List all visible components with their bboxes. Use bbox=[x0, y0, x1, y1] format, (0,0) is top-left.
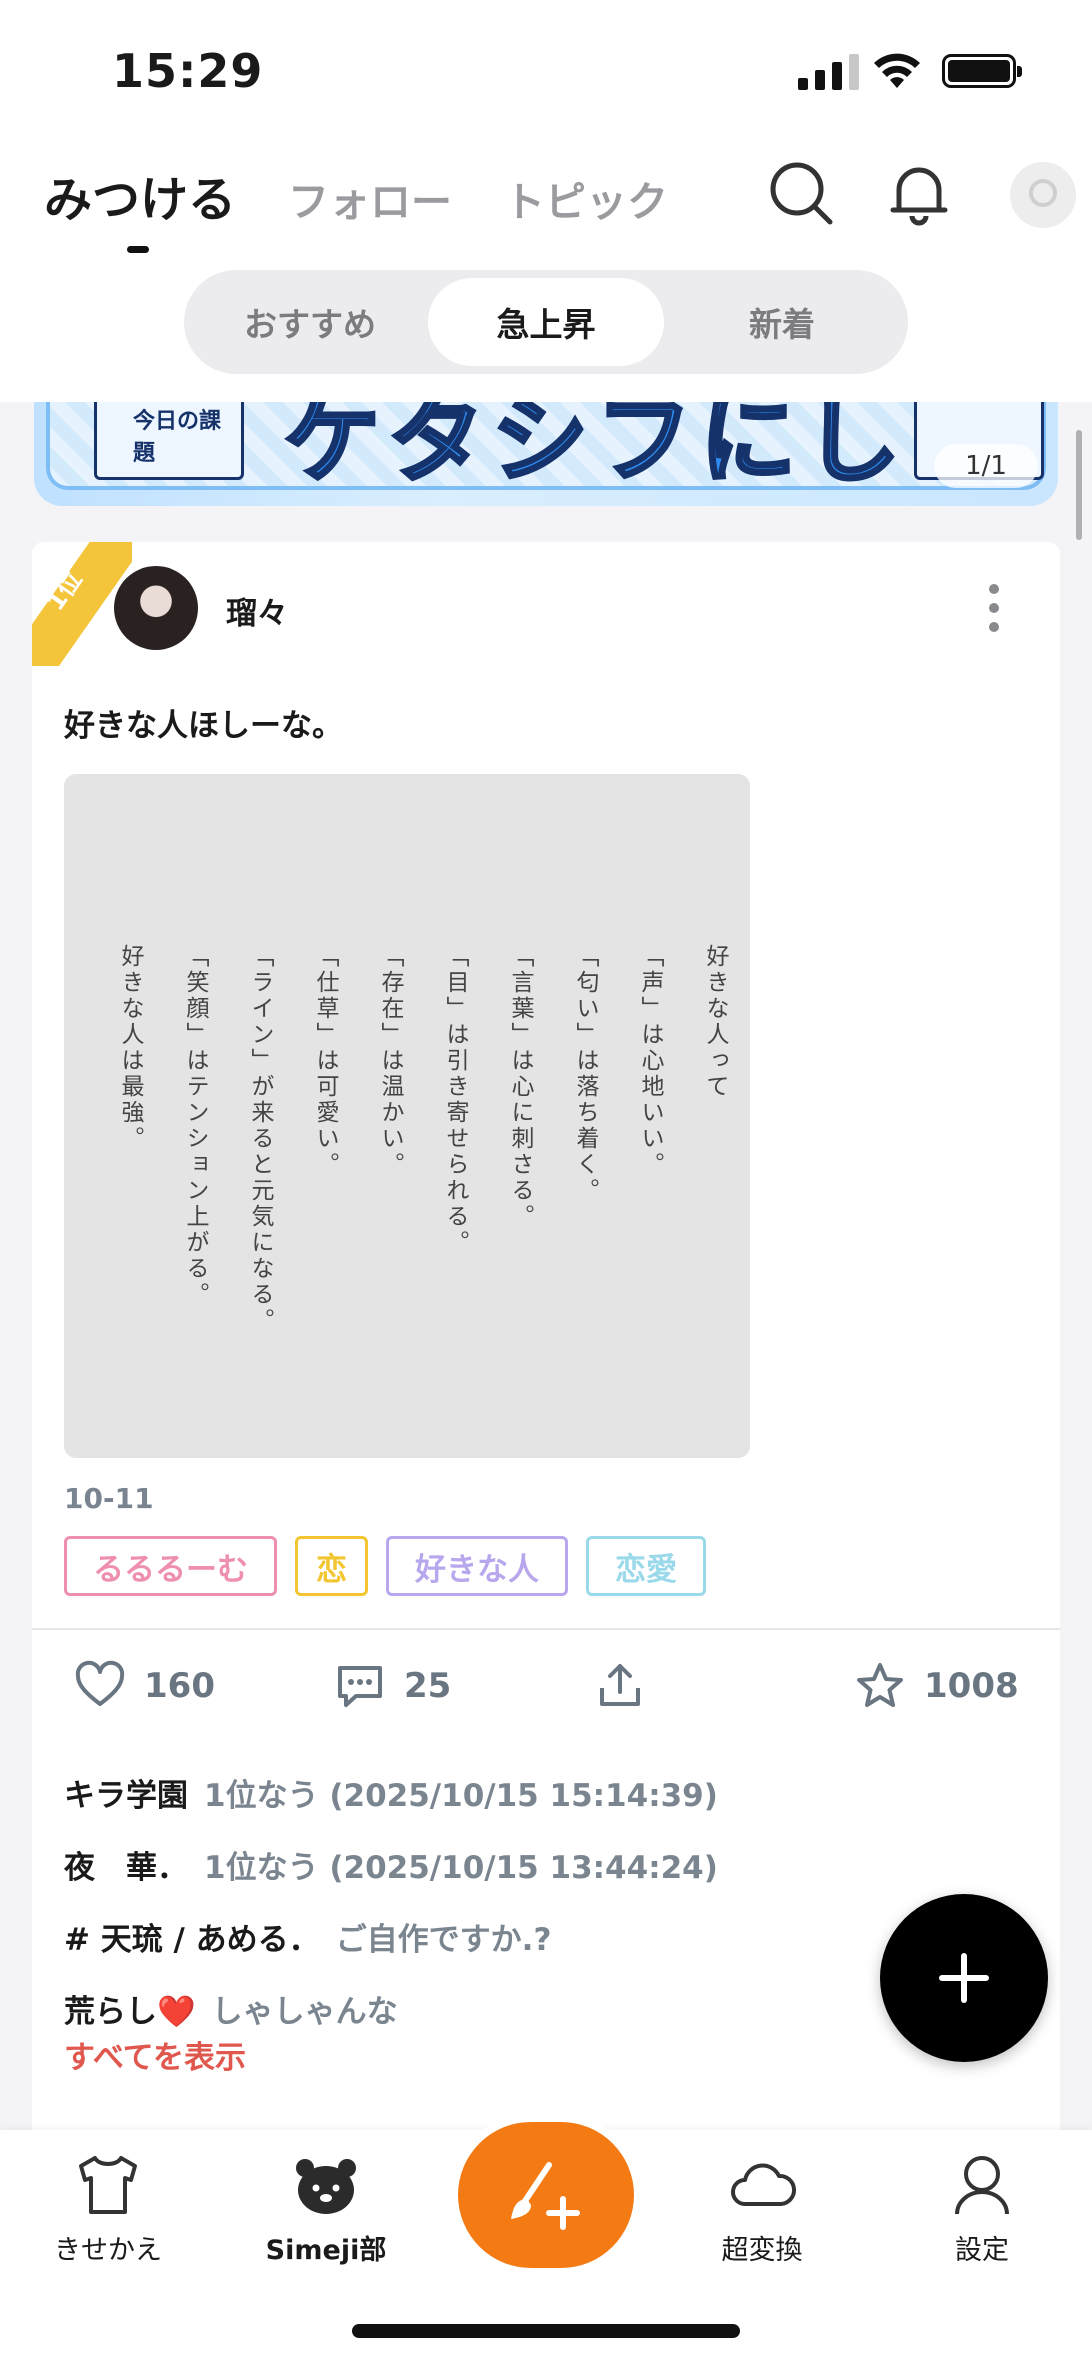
favorite-button[interactable]: 1008 bbox=[854, 1660, 1019, 1712]
new-post-button[interactable] bbox=[880, 1894, 1048, 2062]
banner-card-left: 今日の課題 bbox=[94, 402, 244, 480]
comment-user: 夜 華． bbox=[64, 1850, 188, 1886]
post-actions: 160 25 1008 bbox=[32, 1660, 1060, 1720]
scrollbar[interactable] bbox=[1076, 430, 1082, 540]
cloud-icon bbox=[731, 2163, 797, 2206]
active-tab-indicator bbox=[127, 246, 149, 253]
nav-create[interactable] bbox=[458, 2122, 634, 2268]
segment-recommended[interactable]: おすすめ bbox=[192, 278, 428, 366]
favorite-count: 1008 bbox=[924, 1666, 1019, 1706]
user-placeholder-icon bbox=[1029, 179, 1057, 207]
segment-trending[interactable]: 急上昇 bbox=[428, 278, 664, 366]
image-line: 「存在」は温かい。 bbox=[377, 944, 403, 1178]
comment-item[interactable]: 荒らし❤️ しゃしゃんな bbox=[64, 1986, 398, 2031]
like-button[interactable]: 160 bbox=[74, 1660, 215, 1712]
star-icon bbox=[857, 1663, 903, 1707]
image-line: 「ライン」が来ると元気になる。 bbox=[247, 944, 273, 1334]
nav-simeji-club[interactable]: Simeji部 bbox=[246, 2152, 406, 2267]
post-date: 10-11 bbox=[64, 1482, 154, 1515]
person-icon bbox=[955, 2156, 1009, 2215]
comment-item[interactable]: 夜 華． 1位なう (2025/10/15 13:44:24) bbox=[64, 1842, 718, 1887]
post-author-name[interactable]: 瑠々 bbox=[226, 588, 288, 633]
image-line: 「言葉」は心に刺さる。 bbox=[507, 944, 533, 1230]
shirt-icon bbox=[79, 2156, 137, 2214]
image-line: 「匂い」は落ち着く。 bbox=[572, 944, 598, 1204]
comment-text: しゃしゃんな bbox=[211, 1994, 398, 2030]
image-line: 好きな人は最強。 bbox=[117, 944, 143, 1152]
cellular-signal-icon bbox=[798, 52, 859, 90]
brush-plus-icon bbox=[511, 2162, 580, 2230]
post-card: 1位 瑠々 好きな人ほしーな。 好きな人って 「声」は心地いい。 「匂い」は落ち… bbox=[32, 542, 1060, 2142]
share-button[interactable] bbox=[594, 1660, 646, 1712]
comment-icon bbox=[338, 1666, 382, 1707]
comment-user: キラ学園 bbox=[64, 1778, 188, 1814]
heart-icon bbox=[75, 1660, 125, 1706]
top-header: みつける フォロー トピック おすすめ 急上昇 新着 bbox=[0, 140, 1092, 402]
tag-sukinahito[interactable]: 好きな人 bbox=[386, 1536, 568, 1596]
search-icon[interactable] bbox=[766, 158, 836, 228]
feed-segment-control: おすすめ 急上昇 新着 bbox=[184, 270, 908, 374]
comment-text: 1位なう (2025/10/15 15:14:39) bbox=[204, 1778, 718, 1814]
tab-follow[interactable]: フォロー bbox=[288, 168, 452, 228]
comment-user: 荒らし❤️ bbox=[64, 1994, 196, 2030]
image-line: 「目」は引き寄せられる。 bbox=[442, 944, 468, 1256]
nav-kisekae[interactable]: きせかえ bbox=[28, 2152, 188, 2267]
status-time: 15:29 bbox=[112, 44, 264, 98]
nav-label: 設定 bbox=[955, 2235, 1009, 2266]
comment-button[interactable]: 25 bbox=[334, 1660, 451, 1712]
rank-label: 1位 bbox=[41, 566, 88, 616]
battery-icon bbox=[942, 54, 1022, 88]
tag-renai[interactable]: 恋愛 bbox=[586, 1536, 706, 1596]
plus-icon bbox=[939, 1953, 989, 2003]
banner-pager: 1/1 bbox=[934, 444, 1038, 488]
tag-list: るるるーむ 恋 好きな人 恋愛 bbox=[64, 1536, 706, 1596]
nav-settings[interactable]: 設定 bbox=[902, 2152, 1062, 2267]
comment-count: 25 bbox=[404, 1666, 452, 1706]
bell-icon[interactable] bbox=[884, 158, 954, 228]
show-all-comments-link[interactable]: すべてを表示 bbox=[64, 2032, 246, 2077]
tab-topic[interactable]: トピック bbox=[504, 168, 668, 228]
comment-item[interactable]: キラ学園 1位なう (2025/10/15 15:14:39) bbox=[64, 1770, 718, 1815]
tab-discover[interactable]: みつける bbox=[44, 160, 236, 230]
post-image[interactable]: 好きな人って 「声」は心地いい。 「匂い」は落ち着く。 「言葉」は心に刺さる。 … bbox=[64, 774, 750, 1458]
event-banner[interactable]: 今日の課題 ケタシフにして？ 1/1 bbox=[34, 402, 1058, 506]
tag-koi[interactable]: 恋 bbox=[295, 1536, 368, 1596]
tag-rururumu[interactable]: るるるーむ bbox=[64, 1536, 277, 1596]
post-author-avatar[interactable] bbox=[114, 566, 198, 650]
profile-avatar[interactable] bbox=[1010, 162, 1076, 228]
home-indicator[interactable] bbox=[352, 2324, 740, 2338]
image-text-lines: 好きな人って 「声」は心地いい。 「匂い」は落ち着く。 「言葉」は心に刺さる。 … bbox=[117, 944, 728, 1334]
segment-new[interactable]: 新着 bbox=[664, 278, 900, 366]
image-line: 好きな人って bbox=[702, 944, 728, 1100]
more-options-icon[interactable] bbox=[988, 584, 1000, 632]
comment-text: 1位なう (2025/10/15 13:44:24) bbox=[204, 1850, 718, 1886]
main-tabs: みつける フォロー トピック bbox=[44, 160, 668, 230]
nav-label: 超変換 bbox=[721, 2235, 803, 2266]
like-count: 160 bbox=[144, 1666, 215, 1706]
comment-user: # 天琉 / あめる． bbox=[64, 1922, 320, 1958]
status-bar: 15:29 bbox=[0, 0, 1092, 140]
nav-super-convert[interactable]: 超変換 bbox=[682, 2152, 842, 2267]
banner-card-label: 今日の課題 bbox=[133, 409, 222, 466]
share-icon bbox=[600, 1664, 640, 1706]
divider bbox=[32, 1628, 1060, 1630]
nav-label: きせかえ bbox=[54, 2235, 162, 2266]
image-line: 「笑顔」はテンション上がる。 bbox=[182, 944, 208, 1308]
wifi-icon bbox=[874, 53, 920, 88]
image-line: 「仕草」は可愛い。 bbox=[312, 944, 338, 1178]
comment-text: ご自作ですか.? bbox=[335, 1922, 552, 1958]
comment-item[interactable]: # 天琉 / あめる． ご自作ですか.? bbox=[64, 1914, 551, 1959]
bear-icon bbox=[296, 2159, 356, 2214]
post-text: 好きな人ほしーな。 bbox=[64, 708, 343, 744]
image-line: 「声」は心地いい。 bbox=[637, 944, 663, 1178]
nav-label: Simeji部 bbox=[265, 2235, 387, 2266]
